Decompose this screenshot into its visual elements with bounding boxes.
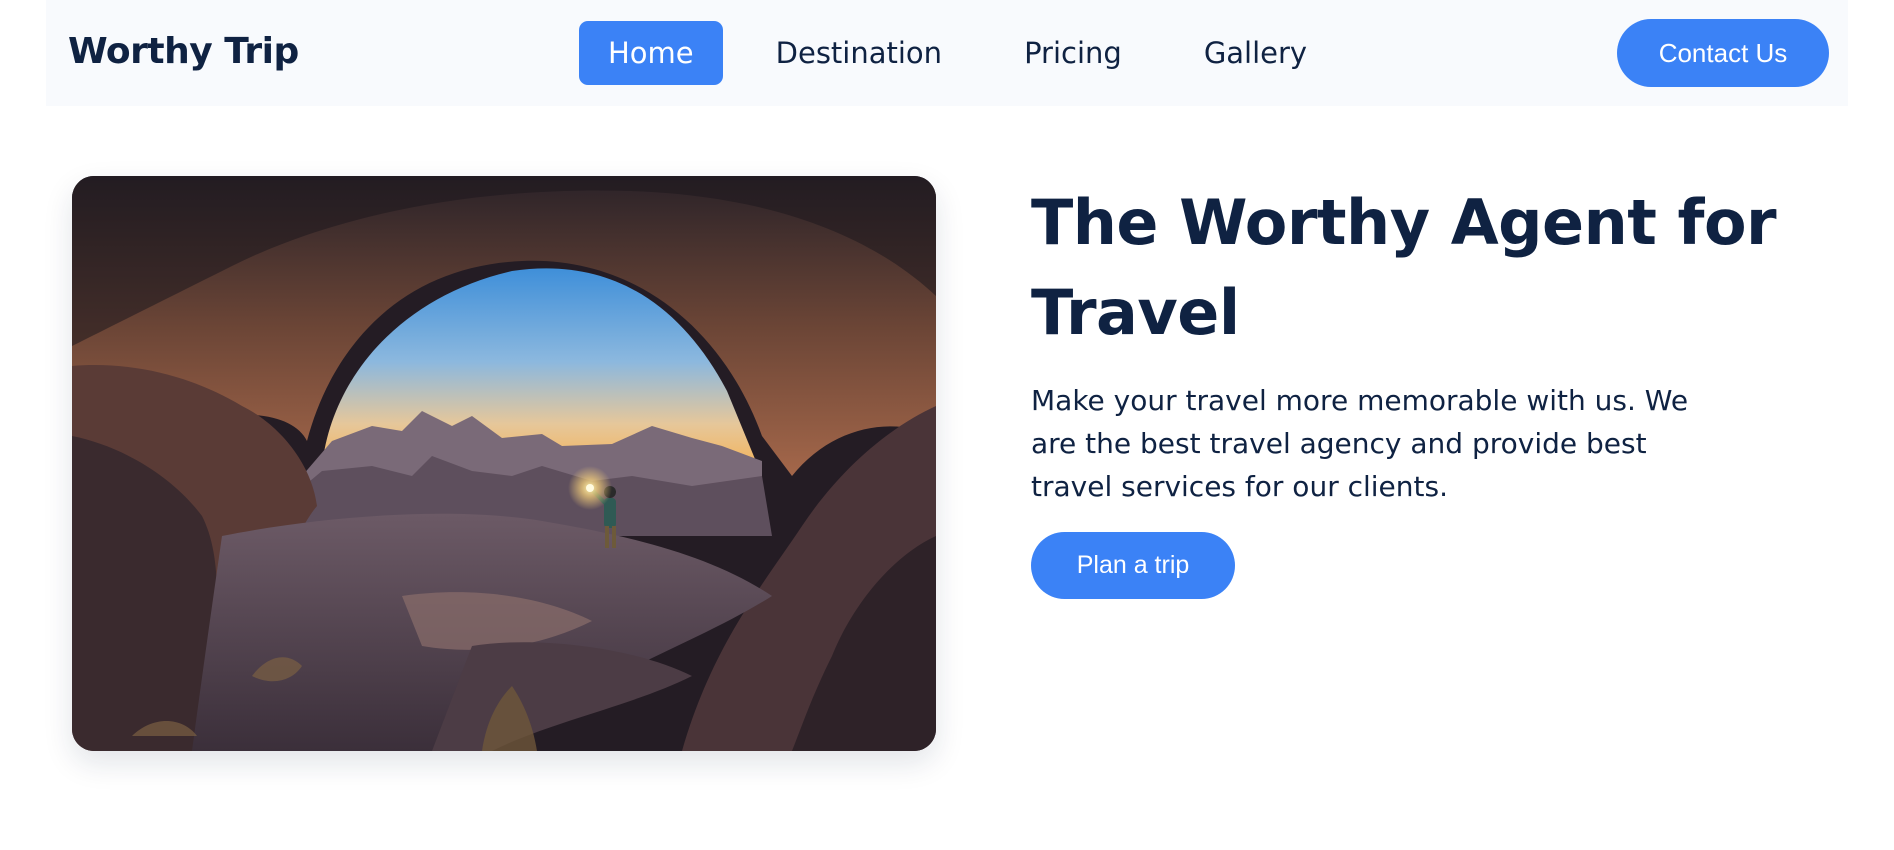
nav-link-home[interactable]: Home: [579, 21, 723, 85]
nav-link-destination[interactable]: Destination: [747, 21, 971, 85]
nav-link-gallery[interactable]: Gallery: [1175, 21, 1336, 85]
desert-arch-image-icon: [72, 176, 936, 751]
navbar: Worthy Trip Home Destination Pricing Gal…: [46, 0, 1848, 106]
hero-description: Make your travel more memorable with us.…: [1031, 384, 1689, 503]
hero-title: The Worthy Agent for Travel: [1031, 186, 1777, 349]
nav-link-pricing[interactable]: Pricing: [995, 21, 1151, 85]
nav-links: Home Destination Pricing Gallery: [579, 21, 1360, 85]
plan-a-trip-button[interactable]: Plan a trip: [1031, 532, 1235, 599]
brand-logo[interactable]: Worthy Trip: [68, 31, 299, 72]
contact-us-button[interactable]: Contact Us: [1617, 19, 1829, 87]
hero-image: [72, 176, 936, 751]
